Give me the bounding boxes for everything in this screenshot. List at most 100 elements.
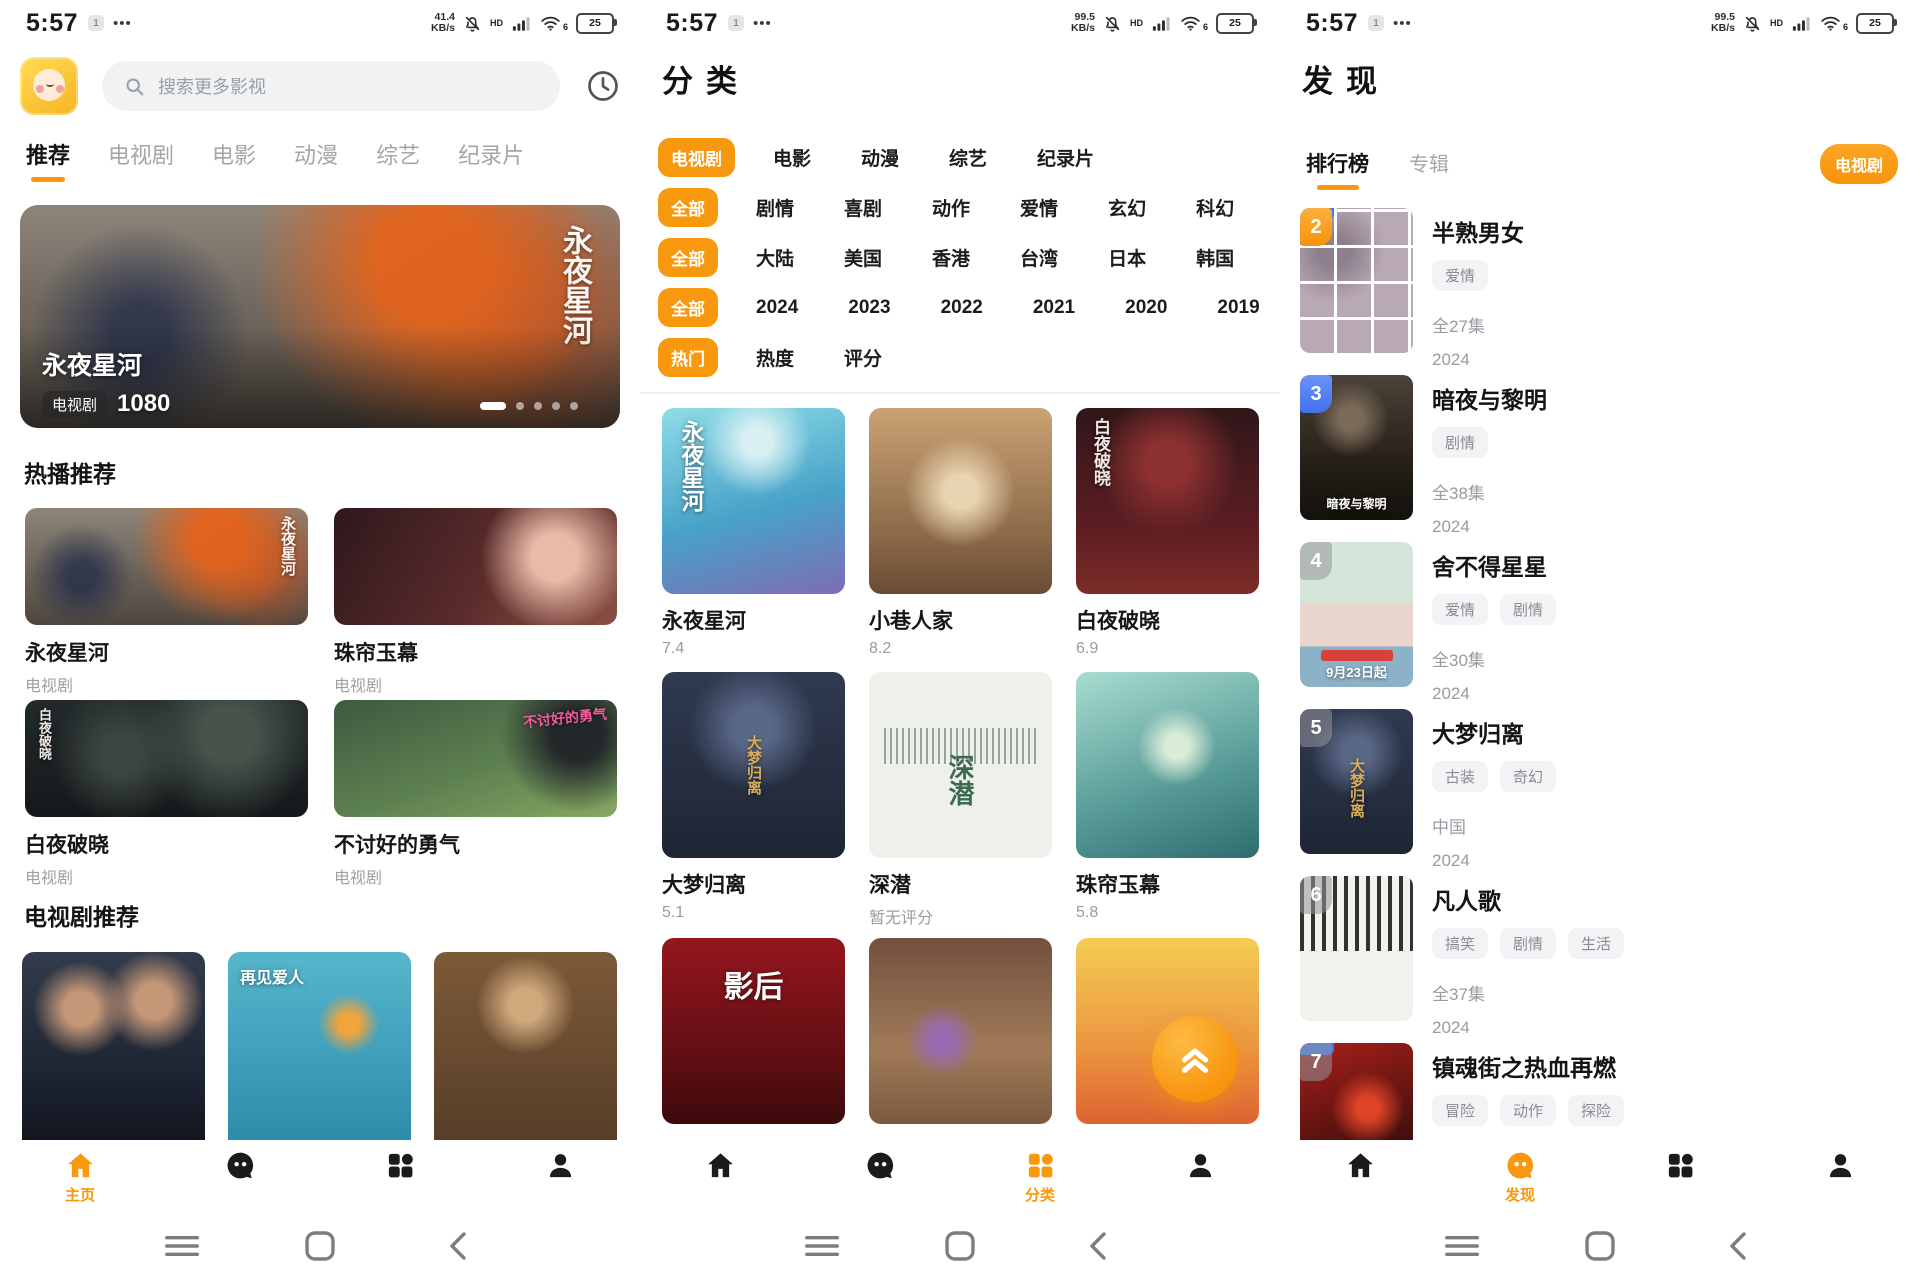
category-grid-item[interactable]: 深潜 深潜 暂无评分 — [869, 672, 1052, 928]
carousel-indicator[interactable] — [480, 402, 578, 410]
discover-tab-1[interactable]: 专辑 — [1409, 148, 1449, 189]
filter-option[interactable]: 2023 — [848, 297, 890, 319]
filter-option[interactable]: 韩国 — [1196, 244, 1234, 271]
category-grid-item[interactable]: 永夜星河 永夜星河 7.4 — [662, 408, 845, 658]
hot-card[interactable]: 永夜星河 永夜星河 电视剧 — [25, 508, 308, 696]
nav-item-category[interactable] — [320, 1140, 480, 1212]
filter-option[interactable]: 2024 — [756, 297, 798, 319]
home-tab-2[interactable]: 电影 — [212, 138, 256, 182]
ranking-item[interactable]: 2 半熟男女 爱情 全27集 2024 — [1300, 208, 1904, 375]
scroll-top-button[interactable] — [1152, 1016, 1238, 1102]
network-speed: 99.5KB/s — [1711, 12, 1735, 34]
discover-tab-0[interactable]: 排行榜 — [1306, 148, 1369, 190]
nav-item-discover[interactable] — [160, 1140, 320, 1212]
divider — [640, 392, 1280, 394]
ranking-item[interactable]: 9月23日起 4 舍不得星星 爱情剧情 全30集 2024 — [1300, 542, 1904, 709]
hero-banner[interactable]: 永夜星河 永夜星河 电视剧 1080 — [20, 205, 620, 428]
filter-option[interactable]: 2020 — [1125, 297, 1167, 319]
search-icon — [124, 76, 145, 97]
hot-card-subtitle: 电视剧 — [334, 864, 617, 888]
hot-card[interactable]: 白夜破晓 白夜破晓 电视剧 — [25, 700, 308, 888]
ranking-item-year: 2024 — [1432, 684, 1470, 704]
ranking-item[interactable]: 6 凡人歌 搞笑剧情生活 全37集 2024 — [1300, 876, 1904, 1043]
filter-option[interactable]: 动作 — [932, 194, 970, 221]
home-square-button[interactable] — [299, 1229, 341, 1263]
rank-badge: 7 — [1300, 1043, 1332, 1081]
category-grid-item[interactable]: 大梦归离 大梦归离 5.1 — [662, 672, 845, 922]
filter-option[interactable]: 大陆 — [756, 244, 794, 271]
filter-option[interactable]: 纪录片 — [1037, 144, 1094, 171]
poster-overlay-text: 暗夜与黎明 — [1326, 495, 1386, 512]
category-grid-item[interactable]: 白夜破晓 白夜破晓 6.9 — [1076, 408, 1259, 658]
recents-menu-button[interactable] — [161, 1229, 203, 1263]
filter-option[interactable]: 剧情 — [756, 194, 794, 221]
recents-menu-button[interactable] — [1441, 1229, 1483, 1263]
filter-option[interactable]: 热度 — [756, 344, 794, 371]
filter-chip-selected[interactable]: 全部 — [658, 288, 718, 327]
drama-poster[interactable] — [434, 952, 617, 1141]
filter-option[interactable]: 2019 — [1217, 297, 1259, 319]
nav-item-home[interactable]: 主页 — [0, 1140, 160, 1212]
home-tab-3[interactable]: 动漫 — [294, 138, 338, 182]
filter-option[interactable]: 2021 — [1033, 297, 1075, 319]
filter-option[interactable]: 综艺 — [949, 144, 987, 171]
ranking-item[interactable]: 暗夜与黎明 3 暗夜与黎明 剧情 全38集 2024 — [1300, 375, 1904, 542]
home-square-button[interactable] — [939, 1229, 981, 1263]
category-item-title: 深潜 — [869, 869, 1052, 899]
filter-option[interactable]: 日本 — [1108, 244, 1146, 271]
bell-muted-icon — [1743, 14, 1762, 33]
genre-tag: 探险 — [1568, 1095, 1624, 1126]
category-grid-item[interactable]: 影后 — [662, 938, 845, 1124]
hot-card-title: 不讨好的勇气 — [334, 829, 617, 859]
filter-chip-selected[interactable]: 全部 — [658, 188, 718, 227]
category-grid-item[interactable]: 小巷人家 8.2 — [869, 408, 1052, 658]
nav-item-home[interactable] — [1280, 1140, 1440, 1212]
filter-option[interactable]: 电影 — [773, 144, 811, 171]
filter-chip-selected[interactable]: 热门 — [658, 338, 718, 377]
battery-indicator: 25 — [576, 13, 614, 34]
filter-chip-selected[interactable]: 电视剧 — [658, 138, 735, 177]
back-button[interactable] — [437, 1229, 479, 1263]
network-speed: 41.4KB/s — [431, 12, 455, 34]
filter-option[interactable]: 美国 — [844, 244, 882, 271]
nav-item-profile[interactable] — [1120, 1140, 1280, 1212]
category-grid-item[interactable]: 珠帘玉幕 5.8 — [1076, 672, 1259, 922]
discover-filter-button[interactable]: 电视剧 — [1820, 144, 1898, 184]
filter-option[interactable]: 爱情 — [1020, 194, 1058, 221]
nav-item-category[interactable] — [1600, 1140, 1760, 1212]
nav-item-profile[interactable] — [480, 1140, 640, 1212]
home-tab-4[interactable]: 综艺 — [376, 138, 420, 182]
search-input[interactable]: 搜索更多影视 — [102, 61, 560, 111]
filter-option[interactable]: 喜剧 — [844, 194, 882, 221]
drama-poster[interactable] — [22, 952, 205, 1141]
nav-item-discover[interactable]: 发现 — [1440, 1140, 1600, 1212]
app-logo-icon — [20, 57, 78, 115]
home-square-button[interactable] — [1579, 1229, 1621, 1263]
filter-option[interactable]: 玄幻 — [1108, 194, 1146, 221]
filter-option[interactable]: 动漫 — [861, 144, 899, 171]
filter-chip-selected[interactable]: 全部 — [658, 238, 718, 277]
wifi-gen-label: 6 — [1203, 22, 1208, 32]
back-button[interactable] — [1717, 1229, 1759, 1263]
nav-item-category[interactable]: 分类 — [960, 1140, 1120, 1212]
filter-option[interactable]: 香港 — [932, 244, 970, 271]
filter-option[interactable]: 台湾 — [1020, 244, 1058, 271]
drama-poster[interactable]: 再见爱人 — [228, 952, 411, 1141]
nav-item-home[interactable] — [640, 1140, 800, 1212]
ranking-item-tags: 冒险动作探险 — [1432, 1095, 1624, 1126]
hot-card[interactable]: 不讨好的勇气 不讨好的勇气 电视剧 — [334, 700, 617, 888]
history-clock-icon[interactable] — [584, 67, 622, 105]
filter-option[interactable]: 评分 — [844, 344, 882, 371]
home-tab-1[interactable]: 电视剧 — [108, 138, 174, 182]
home-tab-0[interactable]: 推荐 — [26, 138, 70, 182]
nav-item-discover[interactable] — [800, 1140, 960, 1212]
back-button[interactable] — [1077, 1229, 1119, 1263]
home-tab-5[interactable]: 纪录片 — [458, 138, 524, 182]
nav-item-profile[interactable] — [1760, 1140, 1920, 1212]
filter-option[interactable]: 2022 — [941, 297, 983, 319]
ranking-item[interactable]: 大梦归离 5 大梦归离 古装奇幻 中国 2024 — [1300, 709, 1904, 876]
category-grid-item[interactable] — [869, 938, 1052, 1124]
hot-card[interactable]: 珠帘玉幕 电视剧 — [334, 508, 617, 696]
filter-option[interactable]: 科幻 — [1196, 194, 1234, 221]
recents-menu-button[interactable] — [801, 1229, 843, 1263]
